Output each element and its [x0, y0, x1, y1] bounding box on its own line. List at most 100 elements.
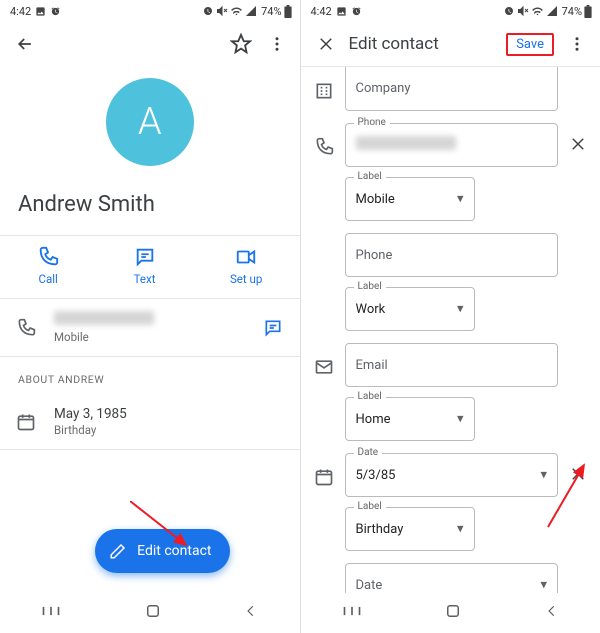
alarm-icon	[503, 5, 515, 17]
favorite-button[interactable]	[228, 31, 254, 57]
birthday-row[interactable]: May 3, 1985 Birthday	[0, 394, 300, 449]
pencil-icon	[109, 542, 127, 560]
status-time: 4:42	[10, 5, 31, 18]
text-shortcut[interactable]	[260, 318, 286, 338]
image-icon	[35, 6, 46, 17]
label-float: Label	[354, 171, 386, 182]
calendar-icon	[314, 467, 334, 487]
star-icon	[230, 33, 252, 55]
phone-label-dropdown-1[interactable]: Label Mobile ▾	[345, 177, 475, 221]
more-vert-icon	[268, 35, 286, 53]
contact-name: Andrew Smith	[0, 182, 300, 235]
birthday-date: May 3, 1985	[54, 406, 286, 422]
signal-icon	[245, 5, 257, 17]
home-button[interactable]	[444, 602, 462, 624]
phone-label-value-2: Work	[356, 302, 386, 317]
email-placeholder: Email	[356, 358, 388, 373]
phone-type: Mobile	[54, 330, 244, 344]
home-icon	[144, 602, 162, 620]
image-icon	[336, 6, 347, 17]
contact-topbar	[0, 22, 300, 66]
recents-button[interactable]	[41, 604, 61, 622]
wifi-icon	[230, 5, 243, 18]
phone-row[interactable]: Mobile	[0, 299, 300, 356]
wifi-icon	[531, 5, 544, 18]
about-header: ABOUT ANDREW	[0, 357, 300, 394]
chevron-left-icon	[545, 603, 559, 619]
text-action[interactable]: Text	[134, 246, 156, 286]
label-float: Label	[354, 391, 386, 402]
company-placeholder: Company	[356, 81, 411, 96]
label-float: Label	[354, 281, 386, 292]
date-label-value-1: Birthday	[356, 522, 404, 537]
phone-value-1	[356, 136, 456, 154]
back-button-nav[interactable]	[545, 603, 559, 623]
phone-label-dropdown-2[interactable]: Label Work ▾	[345, 287, 475, 331]
chevron-down-icon: ▾	[540, 468, 547, 483]
status-battery: 74%	[261, 5, 281, 18]
signal-icon	[546, 5, 558, 17]
battery-icon	[284, 5, 292, 18]
date-input-1[interactable]: Date 5/3/85 ▾	[345, 453, 559, 497]
recents-icon	[342, 604, 362, 618]
avatar[interactable]: A	[106, 78, 194, 166]
phone-input-2[interactable]: Phone	[345, 233, 559, 277]
chevron-down-icon: ▾	[457, 302, 464, 317]
message-icon	[134, 246, 156, 268]
text-label: Text	[134, 272, 156, 286]
action-bar: Call Text Set up	[0, 236, 300, 298]
call-label: Call	[39, 272, 58, 286]
more-button[interactable]	[264, 31, 290, 57]
calendar-icon	[16, 412, 36, 432]
close-button[interactable]	[313, 31, 339, 57]
remove-date-1[interactable]	[566, 453, 590, 483]
setup-label: Set up	[230, 272, 262, 286]
edit-contact-pane: 4:42 74% Edit contact Save	[301, 0, 600, 633]
contact-view-pane: 4:42 74%	[0, 0, 300, 633]
nav-bar	[301, 593, 600, 633]
close-icon	[317, 35, 335, 53]
more-vert-icon	[568, 35, 586, 53]
alarm-icon	[351, 6, 362, 17]
volume-off-icon	[517, 5, 529, 17]
email-icon	[314, 357, 334, 377]
fab-label: Edit contact	[137, 543, 211, 559]
phone-icon	[16, 318, 36, 338]
save-button[interactable]: Save	[506, 33, 554, 56]
edit-contact-fab[interactable]: Edit contact	[95, 529, 229, 573]
more-button[interactable]	[564, 31, 590, 57]
status-battery: 74%	[562, 5, 582, 18]
chevron-left-icon	[244, 603, 258, 619]
volume-off-icon	[216, 5, 228, 17]
avatar-section: A	[0, 66, 300, 182]
status-bar: 4:42 74%	[0, 0, 300, 22]
setup-action[interactable]: Set up	[230, 246, 262, 286]
home-button[interactable]	[144, 602, 162, 624]
message-icon	[263, 318, 283, 338]
chevron-down-icon: ▾	[457, 522, 464, 537]
phone-input-1[interactable]: Phone	[345, 123, 559, 167]
email-label-value: Home	[356, 412, 391, 427]
back-button-nav[interactable]	[244, 603, 258, 623]
call-action[interactable]: Call	[37, 246, 59, 286]
company-input[interactable]: Company	[345, 67, 559, 111]
date-input-2[interactable]: Date ▾	[345, 563, 559, 593]
email-input[interactable]: Email	[345, 343, 559, 387]
home-icon	[444, 602, 462, 620]
edit-topbar: Edit contact Save	[301, 22, 600, 66]
back-button[interactable]	[12, 31, 38, 57]
remove-phone-1[interactable]	[566, 123, 590, 153]
email-label-dropdown[interactable]: Label Home ▾	[345, 397, 475, 441]
chevron-down-icon: ▾	[457, 192, 464, 207]
date-label-dropdown-1[interactable]: Label Birthday ▾	[345, 507, 475, 551]
alarm-icon	[50, 6, 61, 17]
recents-button[interactable]	[342, 604, 362, 622]
avatar-letter: A	[138, 100, 162, 144]
chevron-down-icon: ▾	[540, 578, 547, 593]
battery-icon	[584, 5, 592, 18]
close-icon	[569, 135, 587, 153]
nav-bar	[0, 593, 300, 633]
page-title: Edit contact	[349, 34, 497, 54]
phone-label-value-1: Mobile	[356, 192, 395, 207]
edit-form: Company Phone Label Mobile ▾	[301, 67, 600, 593]
